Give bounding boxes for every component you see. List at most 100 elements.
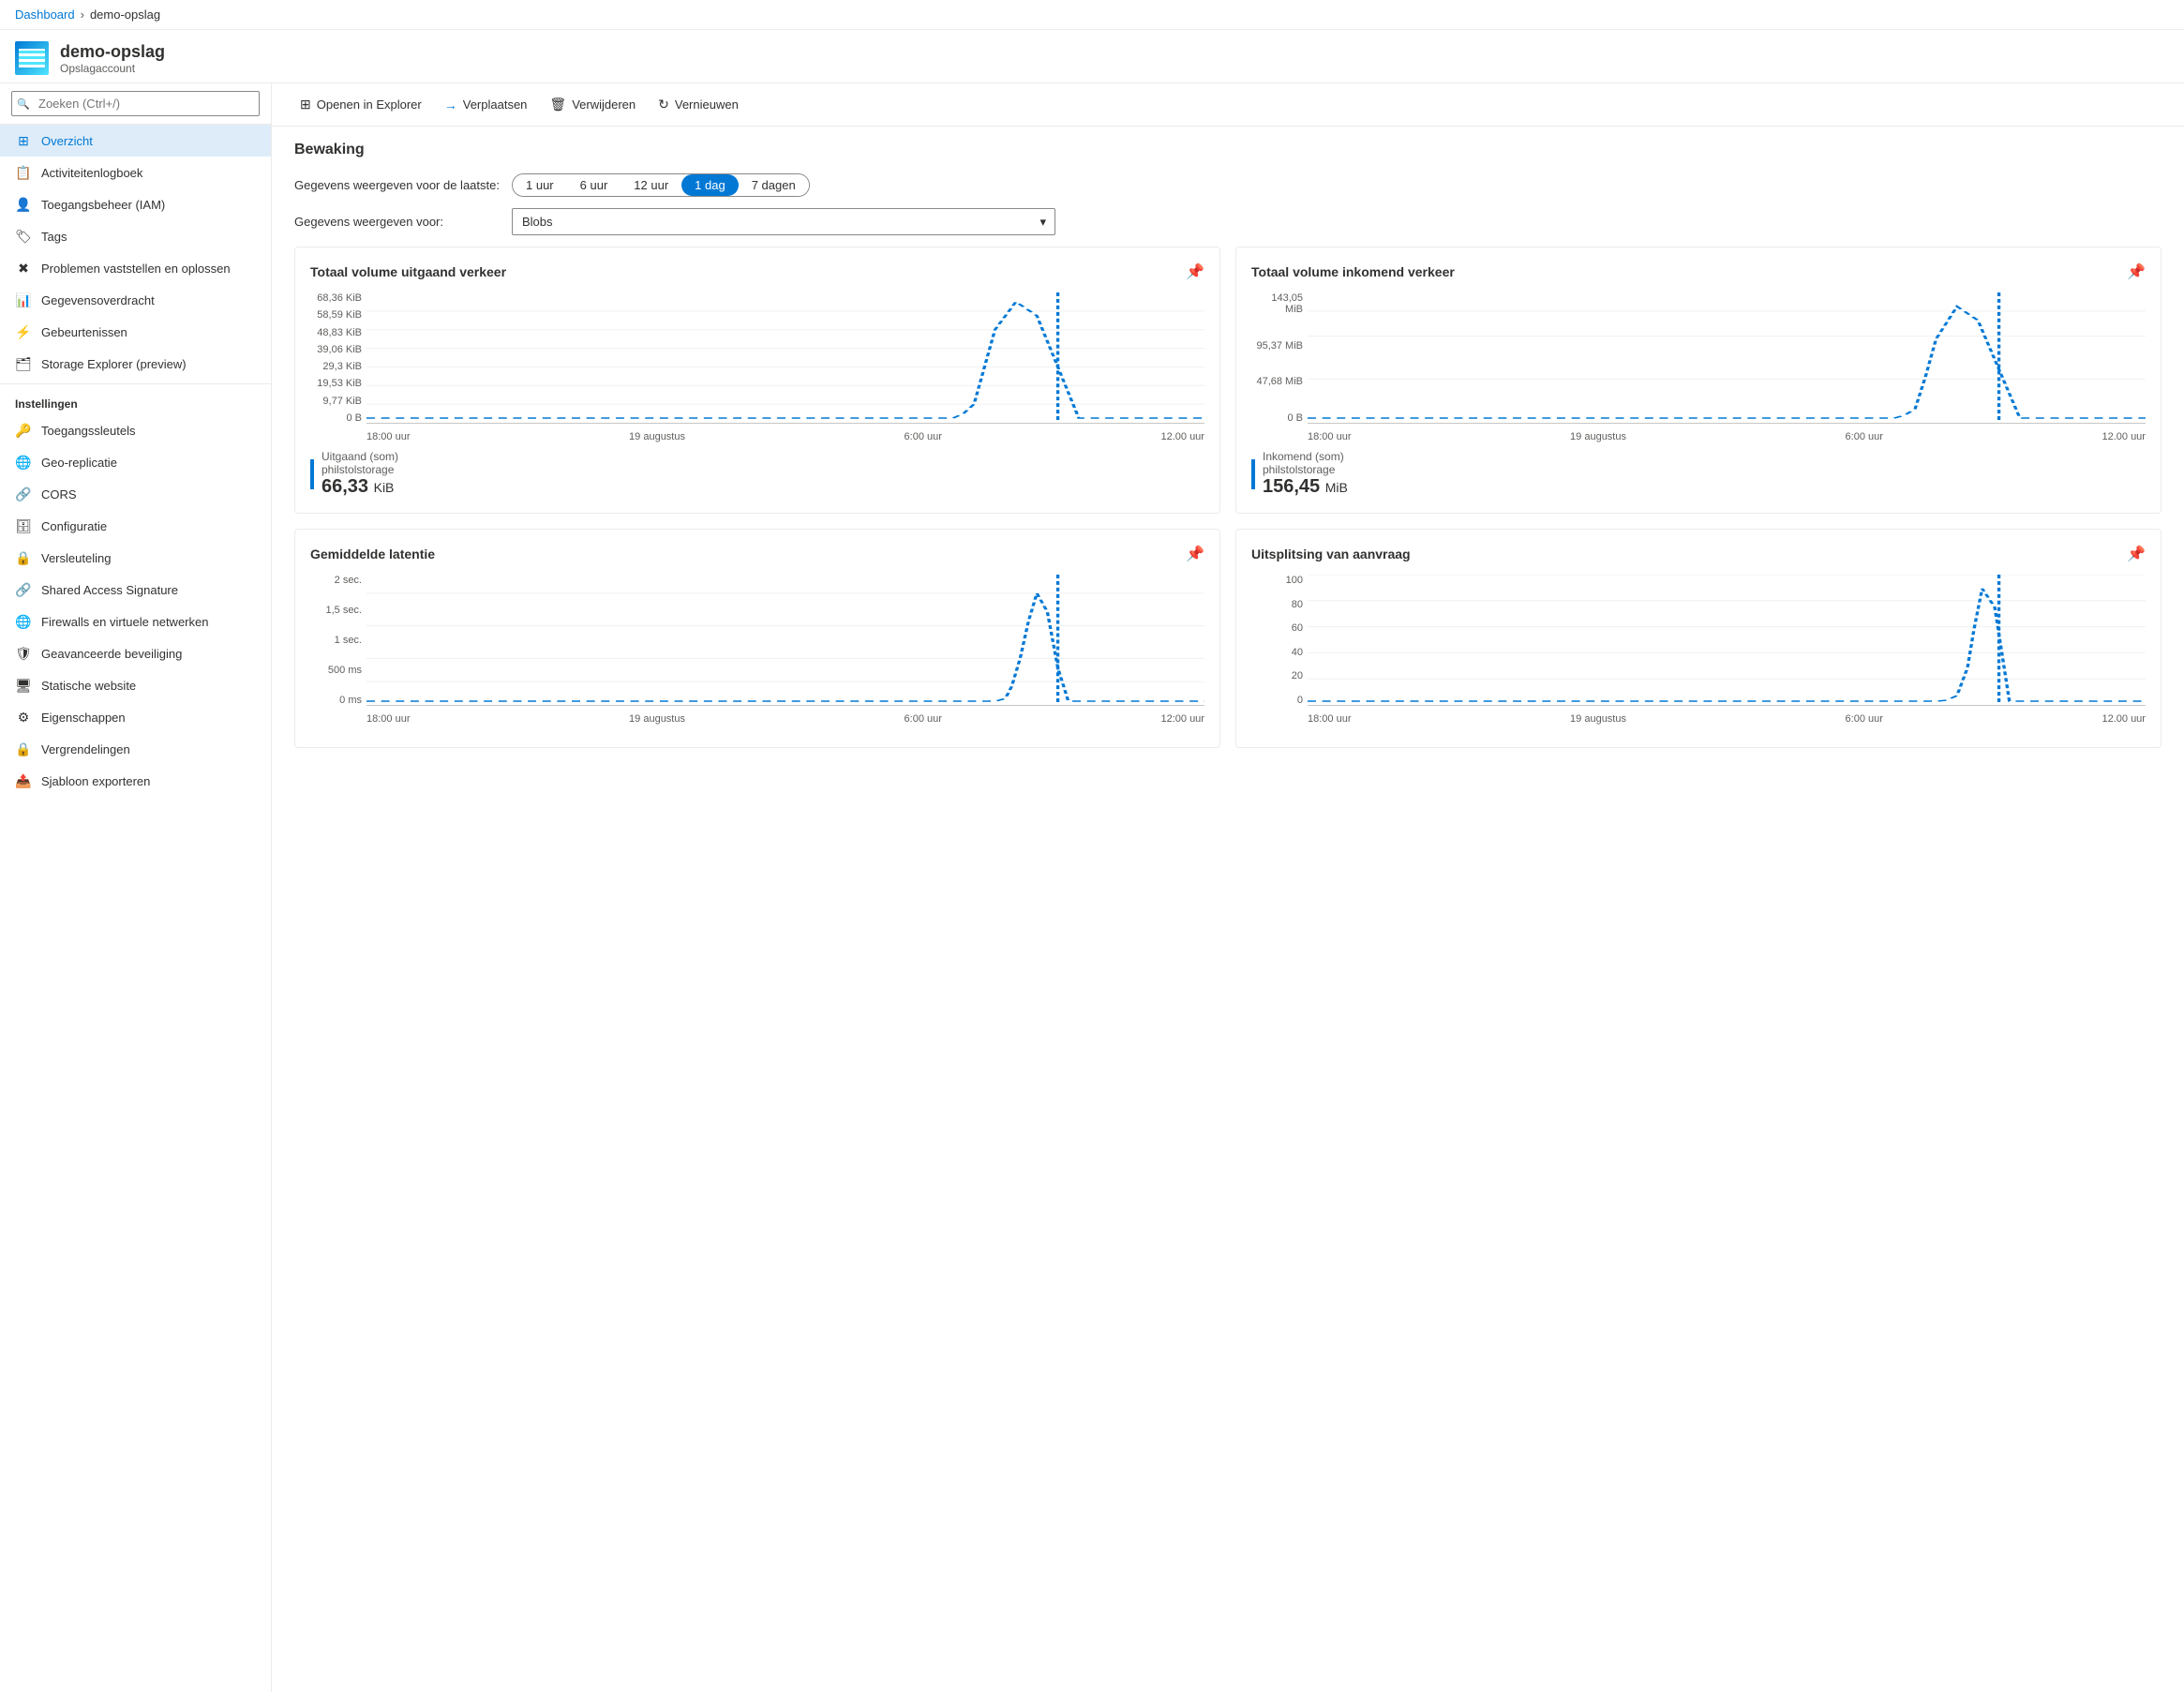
content-area: ⊞ Openen in Explorer → Verplaatsen 🗑 Ver… [272, 83, 2184, 1692]
sidebar-item-firewalls[interactable]: 🌐 Firewalls en virtuele netwerken [0, 606, 271, 637]
time-btn-1dag[interactable]: 1 dag [681, 174, 739, 196]
legend-value-uitgaand: 66,33 KiB [322, 476, 398, 498]
sidebar-item-toegangssleutels[interactable]: 🔑 Toegangssleutels [0, 414, 271, 446]
chart-title-inkomend: Totaal volume inkomend verkeer [1251, 264, 1455, 279]
chart-y-labels-uitgaand: 68,36 KiB 58,59 KiB 48,83 KiB 39,06 KiB … [310, 292, 362, 424]
sidebar-item-activiteitenlogboek[interactable]: 📋 Activiteitenlogboek [0, 157, 271, 188]
time-btn-12uur[interactable]: 12 uur [621, 174, 681, 196]
pin-icon-aanvraag[interactable]: 📌 [2127, 545, 2146, 563]
open-explorer-label: Openen in Explorer [317, 97, 422, 112]
lock-icon: 🔒 [15, 741, 32, 757]
sidebar-item-overzicht[interactable]: ⊞ Overzicht [0, 125, 271, 157]
sidebar-item-gebeurtenissen[interactable]: ⚡ Gebeurtenissen [0, 316, 271, 348]
search-input[interactable] [11, 91, 260, 116]
chart-aanvraag: Uitsplitsing van aanvraag 📌 100 80 60 40… [1235, 529, 2162, 748]
sidebar-item-label: Activiteitenlogboek [41, 166, 142, 180]
delete-icon: 🗑 [549, 97, 566, 112]
breadcrumb-current: demo-opslag [90, 7, 160, 22]
breadcrumb-separator: › [81, 7, 84, 22]
encrypt-icon: 🔒 [15, 549, 32, 566]
legend-text-inkomend: Inkomend (som) philstolstorage 156,45 Mi… [1263, 450, 1348, 498]
sidebar-item-problemen[interactable]: ✖ Problemen vaststellen en oplossen [0, 252, 271, 284]
sas-icon: 🔗 [15, 581, 32, 598]
move-icon: → [444, 97, 457, 112]
sidebar-item-geo-replicatie[interactable]: 🌐 Geo-replicatie [0, 446, 271, 478]
sidebar: ⊞ Overzicht 📋 Activiteitenlogboek 👤 Toeg… [0, 83, 272, 1692]
security-icon: 🛡 [15, 645, 32, 662]
sidebar-item-versleuteling[interactable]: 🔒 Versleuteling [0, 542, 271, 574]
legend-bar-uitgaand [310, 459, 314, 489]
delete-button[interactable]: 🗑 Verwijderen [540, 91, 645, 118]
sidebar-item-label: Toegangssleutels [41, 424, 135, 438]
sidebar-item-label: Configuratie [41, 519, 107, 533]
iam-icon: 👤 [15, 196, 32, 213]
sidebar-item-configuratie[interactable]: 🗄 Configuratie [0, 510, 271, 542]
sidebar-item-label: Gegevensoverdracht [41, 293, 155, 307]
sidebar-item-tags[interactable]: 🏷 Tags [0, 220, 271, 252]
open-explorer-icon: ⊞ [300, 97, 311, 112]
time-btn-6uur[interactable]: 6 uur [567, 174, 621, 196]
troubleshoot-icon: ✖ [15, 260, 32, 277]
key-icon: 🔑 [15, 422, 32, 439]
page-header: demo-opslag Opslagaccount [0, 30, 2184, 83]
section-title: Bewaking [294, 142, 2162, 158]
breadcrumb-parent[interactable]: Dashboard [15, 7, 75, 22]
chart-area-latentie: 2 sec. 1,5 sec. 1 sec. 500 ms 0 ms [310, 575, 1204, 725]
chart-x-labels-aanvraag: 18:00 uur 19 augustus 6:00 uur 12.00 uur [1308, 713, 2146, 725]
chart-y-labels-aanvraag: 100 80 60 40 20 0 [1251, 575, 1303, 706]
chart-title-aanvraag: Uitsplitsing van aanvraag [1251, 547, 1411, 562]
move-button[interactable]: → Verplaatsen [435, 92, 537, 118]
sidebar-item-shared-access[interactable]: 🔗 Shared Access Signature [0, 574, 271, 606]
page-icon [15, 41, 49, 75]
storage-explorer-icon: 🗂 [15, 355, 32, 372]
sidebar-item-label: Firewalls en virtuele netwerken [41, 615, 208, 629]
sidebar-item-gegevensoverdracht[interactable]: 📊 Gegevensoverdracht [0, 284, 271, 316]
sidebar-item-label: Toegangsbeheer (IAM) [41, 198, 165, 212]
time-buttons: 1 uur 6 uur 12 uur 1 dag 7 dagen [512, 173, 810, 197]
data-filter-row: Gegevens weergeven voor: Blobs Files Tab… [294, 208, 2162, 235]
sidebar-item-label: Tags [41, 230, 67, 244]
sidebar-item-label: Problemen vaststellen en oplossen [41, 262, 231, 276]
sidebar-item-toegangsbeheer[interactable]: 👤 Toegangsbeheer (IAM) [0, 188, 271, 220]
sidebar-item-label: Shared Access Signature [41, 583, 178, 597]
chart-x-labels-latentie: 18:00 uur 19 augustus 6:00 uur 12:00 uur [366, 713, 1204, 725]
sidebar-item-eigenschappen[interactable]: ⚙ Eigenschappen [0, 701, 271, 733]
chart-legend-inkomend: Inkomend (som) philstolstorage 156,45 Mi… [1251, 450, 2146, 498]
chart-latentie: Gemiddelde latentie 📌 2 sec. 1,5 sec. 1 … [294, 529, 1220, 748]
legend-account-uitgaand: philstolstorage [322, 463, 398, 476]
firewall-icon: 🌐 [15, 613, 32, 630]
data-dropdown-wrap: Blobs Files Tables Queues [512, 208, 1055, 235]
chart-header-uitgaand: Totaal volume uitgaand verkeer 📌 [310, 262, 1204, 281]
open-explorer-button[interactable]: ⊞ Openen in Explorer [291, 91, 431, 118]
pin-icon-latentie[interactable]: 📌 [1186, 545, 1204, 563]
time-btn-1uur[interactable]: 1 uur [513, 174, 567, 196]
sidebar-item-vergrendelingen[interactable]: 🔒 Vergrendelingen [0, 733, 271, 765]
sidebar-item-label: Vergrendelingen [41, 742, 130, 756]
legend-series-inkomend: Inkomend (som) [1263, 450, 1348, 463]
chart-title-latentie: Gemiddelde latentie [310, 547, 435, 562]
page-header-text: demo-opslag Opslagaccount [60, 42, 165, 75]
pin-icon-inkomend[interactable]: 📌 [2127, 262, 2146, 281]
data-type-dropdown[interactable]: Blobs Files Tables Queues [512, 208, 1055, 235]
sidebar-item-geavanceerde[interactable]: 🛡 Geavanceerde beveiliging [0, 637, 271, 669]
sidebar-item-label: Geavanceerde beveiliging [41, 647, 182, 661]
sidebar-item-label: Storage Explorer (preview) [41, 357, 187, 371]
chart-plot-aanvraag [1308, 575, 2146, 706]
website-icon: 🖥 [15, 677, 32, 694]
sidebar-item-cors[interactable]: 🔗 CORS [0, 478, 271, 510]
refresh-button[interactable]: ↻ Vernieuwen [649, 91, 748, 118]
sidebar-item-sjabloon[interactable]: 📤 Sjabloon exporteren [0, 765, 271, 797]
page-title: demo-opslag [60, 42, 165, 62]
sidebar-section-instellingen: Instellingen [0, 388, 271, 414]
chart-header-inkomend: Totaal volume inkomend verkeer 📌 [1251, 262, 2146, 281]
time-filter-label: Gegevens weergeven voor de laatste: [294, 178, 501, 192]
sidebar-item-storage-explorer[interactable]: 🗂 Storage Explorer (preview) [0, 348, 271, 380]
data-filter-label: Gegevens weergeven voor: [294, 215, 501, 229]
time-btn-7dagen[interactable]: 7 dagen [739, 174, 809, 196]
sidebar-item-statische[interactable]: 🖥 Statische website [0, 669, 271, 701]
search-wrap [11, 91, 260, 116]
pin-icon-uitgaand[interactable]: 📌 [1186, 262, 1204, 281]
legend-value-inkomend: 156,45 MiB [1263, 476, 1348, 498]
legend-text-uitgaand: Uitgaand (som) philstolstorage 66,33 KiB [322, 450, 398, 498]
chart-header-latentie: Gemiddelde latentie 📌 [310, 545, 1204, 563]
